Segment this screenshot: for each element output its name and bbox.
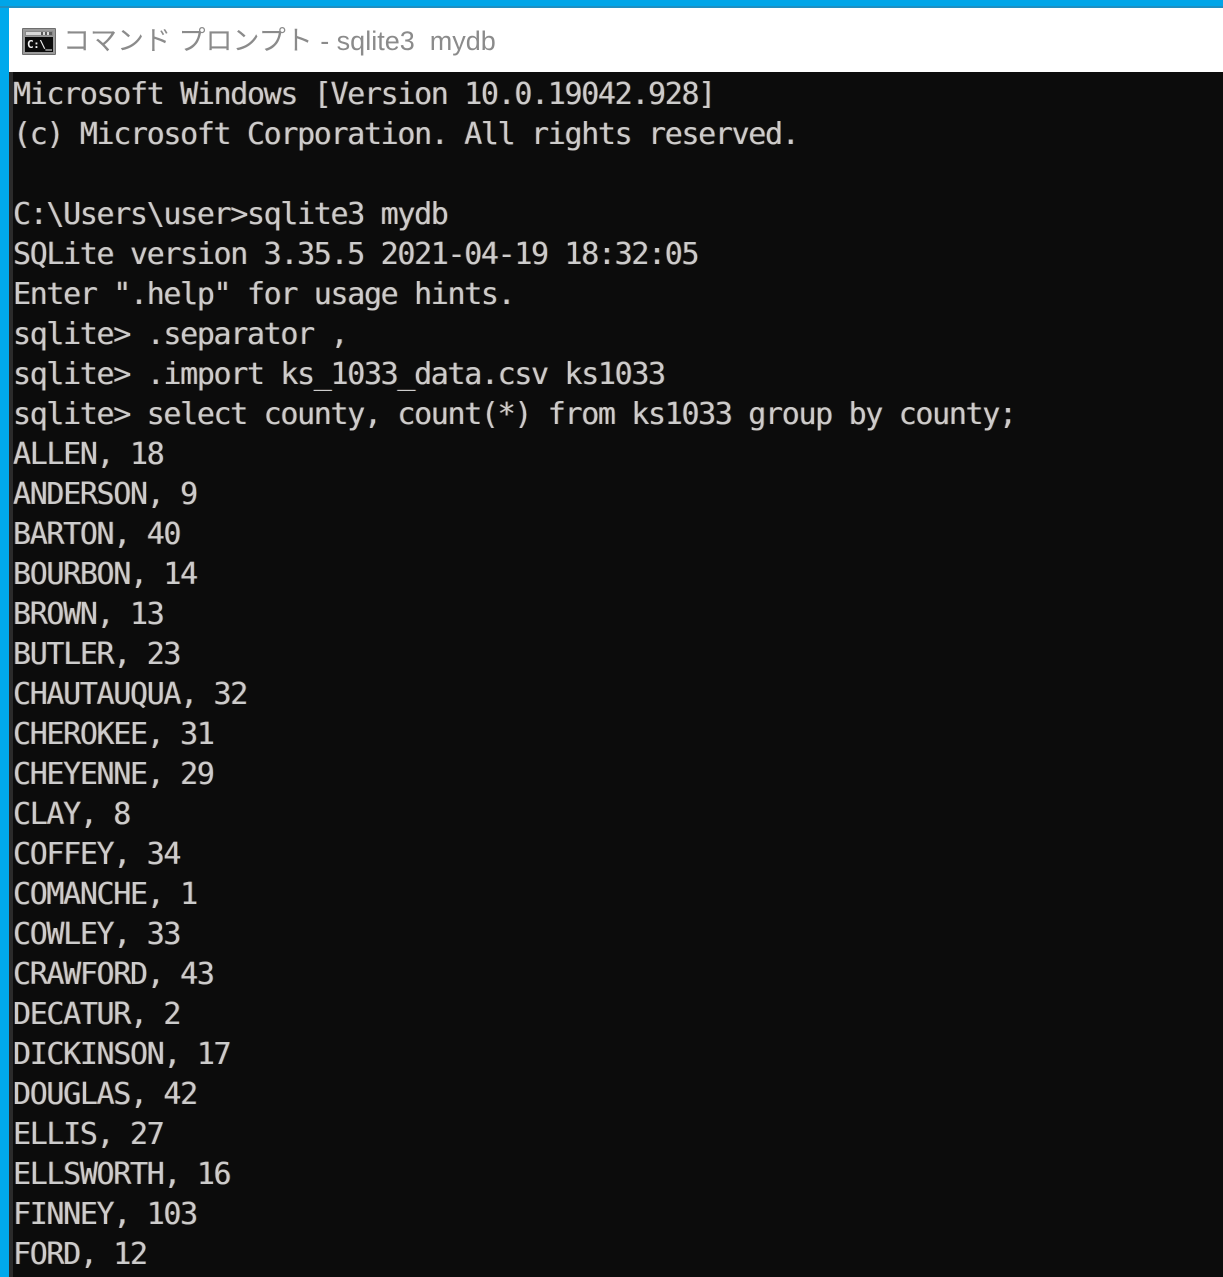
window-title: コマンド プロンプト - sqlite3 mydb [63,25,496,56]
console-line: DECATUR, 2 [13,997,181,1032]
console-line: SQLite version 3.35.5 2021-04-19 18:32:0… [13,237,700,272]
console-text-buffer: Microsoft Windows [Version 10.0.19042.92… [13,72,1017,1275]
console-line: CRAWFORD, 43 [13,957,215,992]
console-line: ELLSWORTH, 16 [13,1157,232,1192]
console-line: CHEROKEE, 31 [13,717,215,752]
command-prompt-window: C:\_ コマンド プロンプト - sqlite3 mydb Microsoft… [0,0,1223,1277]
console-line: sqlite> select county, count(*) from ks1… [13,397,1017,432]
console-line: ELLIS, 27 [13,1117,165,1152]
console-output-area[interactable]: Microsoft Windows [Version 10.0.19042.92… [13,72,1223,1277]
cmd-icon-screen-text: C:\_ [25,36,53,52]
console-line: BARTON, 40 [13,517,181,552]
console-line: DOUGLAS, 42 [13,1077,198,1112]
console-line: COFFEY, 34 [13,837,181,872]
window-accent-left-strip [0,8,9,1277]
console-line: BUTLER, 23 [13,637,181,672]
console-line: COWLEY, 33 [13,917,181,952]
console-line: ANDERSON, 9 [13,477,198,512]
console-line: Enter ".help" for usage hints. [13,277,516,312]
console-line: FINNEY, 103 [13,1197,198,1232]
console-line: CLAY, 8 [13,797,131,832]
window-accent-top-bar [0,0,1223,8]
cmd-console-icon: C:\_ [22,27,56,55]
console-line: CHAUTAUQUA, 32 [13,677,248,712]
console-line: CHEYENNE, 29 [13,757,215,792]
console-line: sqlite> .separator , [13,317,349,352]
console-line: DICKINSON, 17 [13,1037,232,1072]
console-line: BROWN, 13 [13,597,165,632]
console-line: sqlite> .import ks_1033_data.csv ks1033 [13,357,666,392]
console-line: C:\Users\user>sqlite3 mydb [13,197,449,232]
console-line: COMANCHE, 1 [13,877,198,912]
titlebar[interactable]: C:\_ コマンド プロンプト - sqlite3 mydb [9,10,1223,72]
console-line: FORD, 12 [13,1237,148,1272]
console-line: (c) Microsoft Corporation. All rights re… [13,117,800,152]
console-line: Microsoft Windows [Version 10.0.19042.92… [13,77,716,112]
console-line: ALLEN, 18 [13,437,165,472]
console-line: BOURBON, 14 [13,557,198,592]
cmd-icon-window-buttons [41,31,52,35]
